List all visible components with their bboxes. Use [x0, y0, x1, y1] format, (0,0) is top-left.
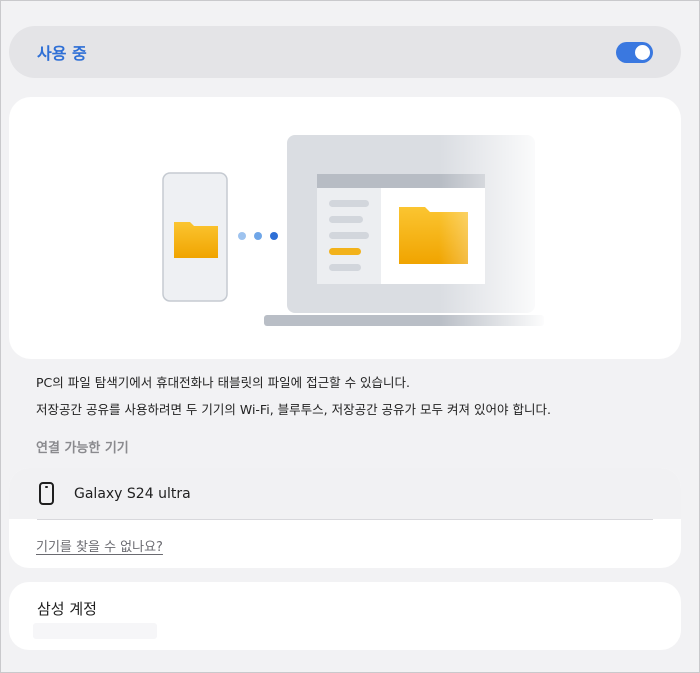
description-line-1: PC의 파일 탐색기에서 휴대전화나 태블릿의 파일에 접근할 수 있습니다.	[36, 375, 411, 390]
device-name: Galaxy S24 ultra	[74, 485, 191, 502]
usage-toggle-bar[interactable]: 사용 중	[9, 26, 681, 78]
laptop-illustration	[264, 117, 549, 337]
divider	[37, 519, 653, 520]
available-devices-card: Galaxy S24 ultra 기기를 찾을 수 없나요?	[9, 468, 681, 568]
phone-illustration	[162, 172, 228, 302]
illustration-card	[9, 97, 681, 359]
device-item-galaxy-s24-ultra[interactable]: Galaxy S24 ultra	[9, 468, 681, 519]
connection-dots	[238, 232, 278, 240]
phone-icon	[39, 482, 54, 505]
phone-folder-icon	[174, 222, 218, 258]
cant-find-device-link[interactable]: 기기를 찾을 수 없나요?	[36, 536, 163, 555]
toggle-knob	[635, 44, 650, 60]
description-line-2: 저장공간 공유를 사용하려면 두 기기의 Wi-Fi, 블루투스, 저장공간 공…	[36, 402, 551, 417]
account-email-redacted	[33, 623, 157, 639]
storage-share-illustration	[162, 117, 549, 337]
samsung-account-card[interactable]: 삼성 계정	[9, 582, 681, 650]
usage-toggle-switch[interactable]	[616, 41, 653, 63]
samsung-account-title: 삼성 계정	[37, 600, 97, 618]
available-devices-title: 연결 가능한 기기	[36, 441, 129, 456]
usage-label: 사용 중	[37, 44, 87, 63]
